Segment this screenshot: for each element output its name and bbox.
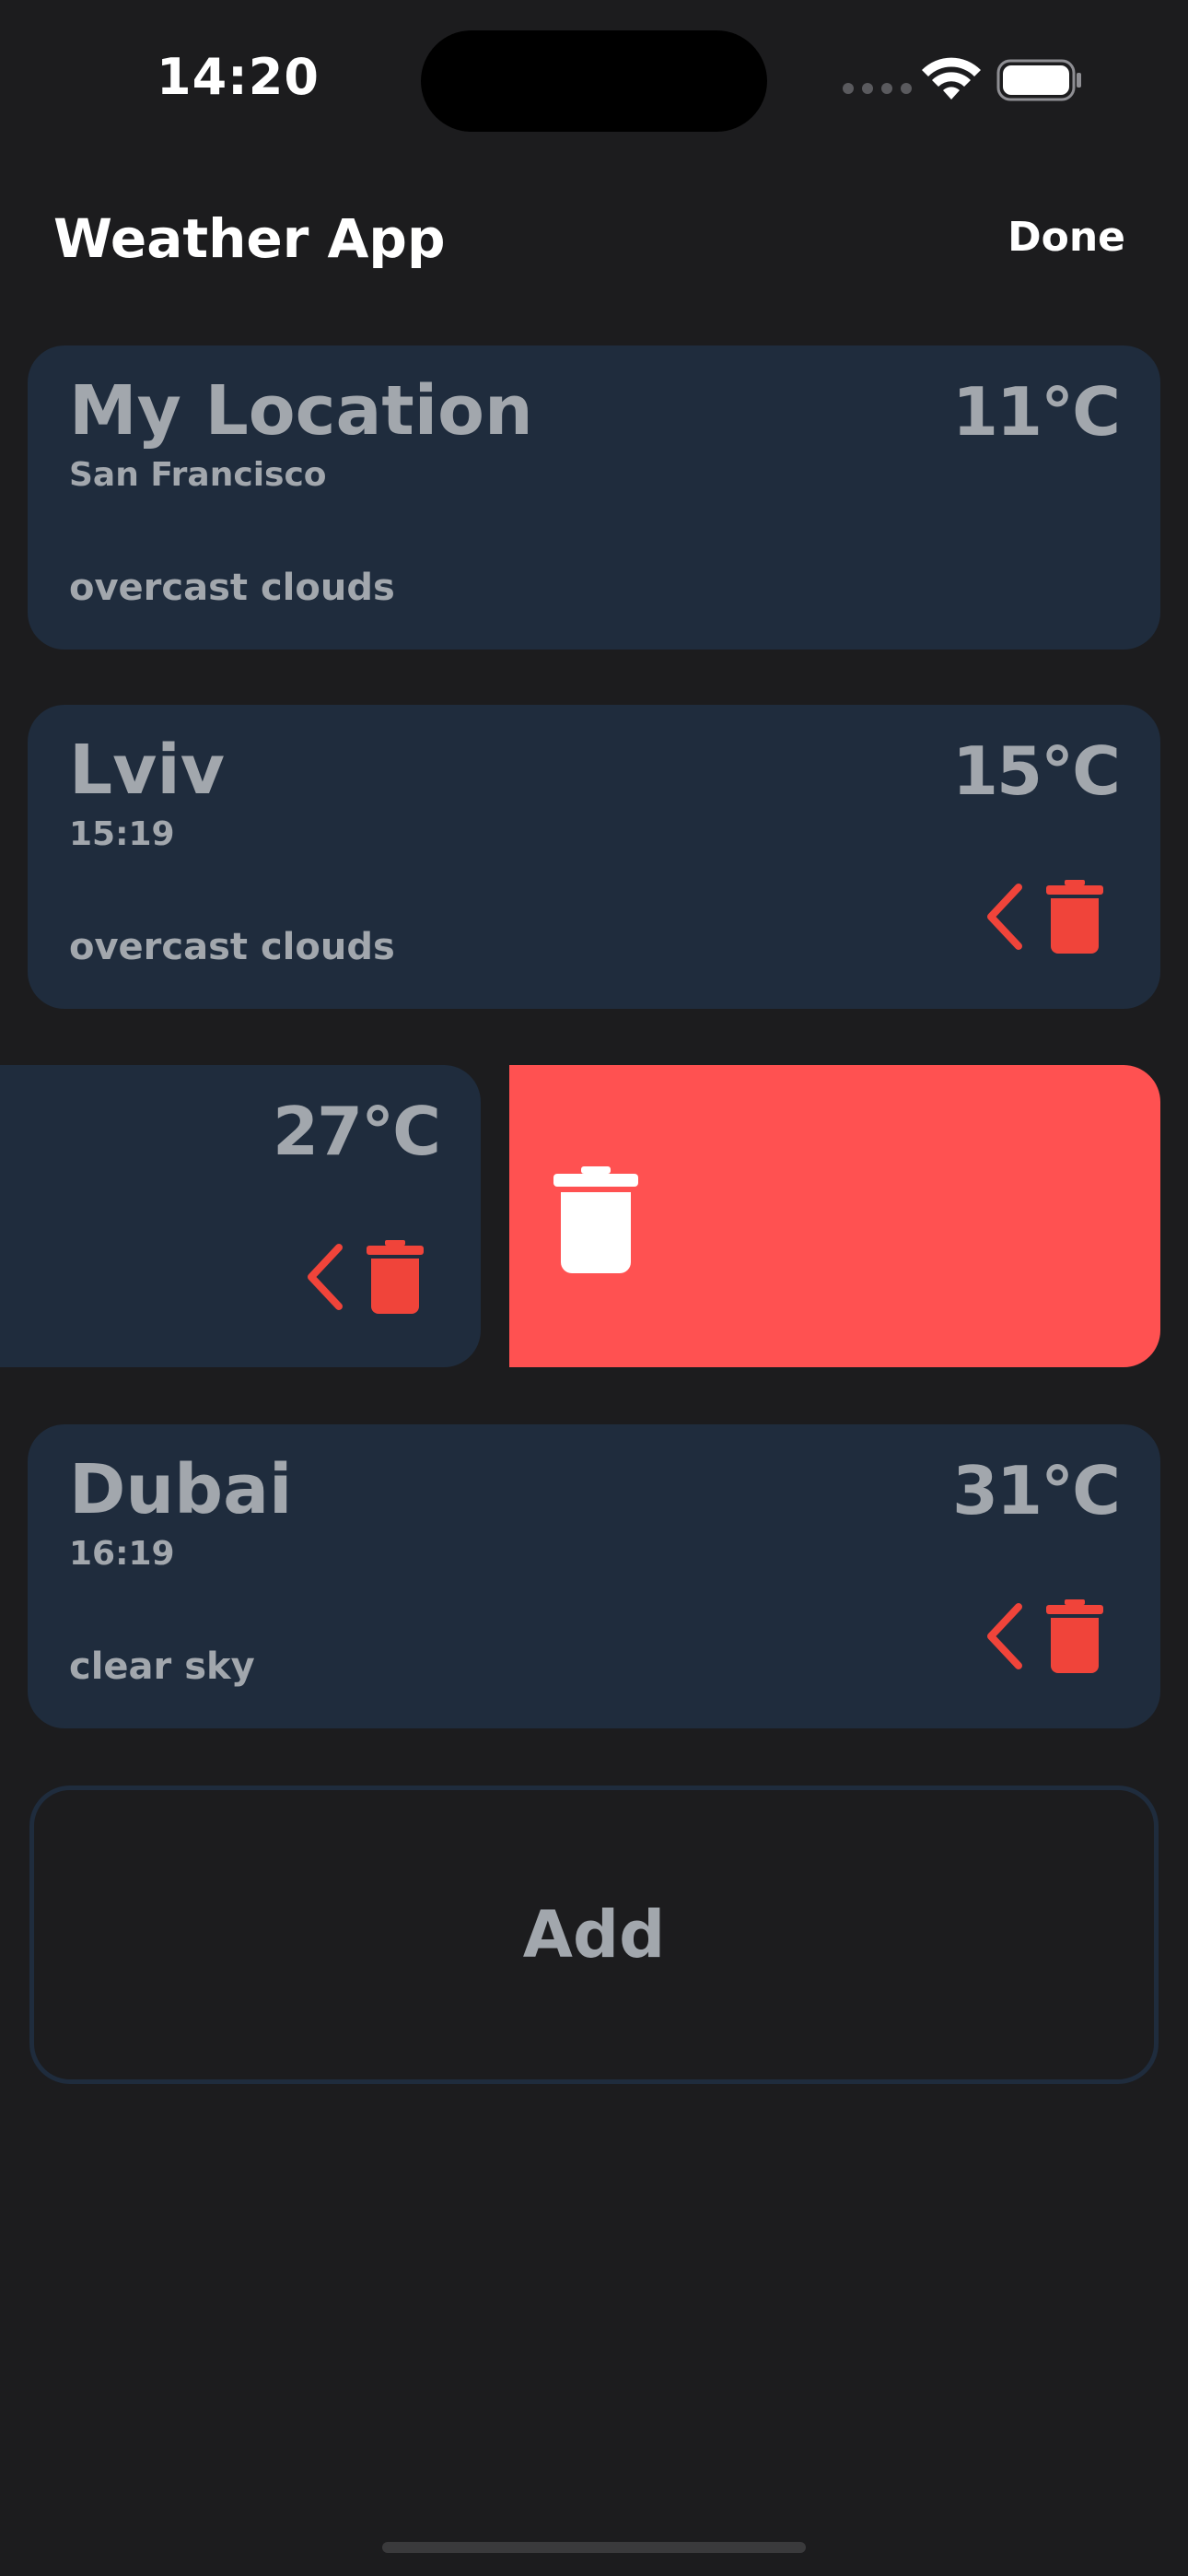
- chevron-left-icon[interactable]: [984, 882, 1026, 952]
- location-card-swiped[interactable]: 27°C: [0, 1065, 481, 1367]
- card-actions: [984, 1599, 1103, 1673]
- home-indicator[interactable]: [382, 2542, 806, 2553]
- card-temperature: 15°C: [951, 732, 1121, 810]
- trash-icon: [553, 1166, 638, 1273]
- chevron-left-icon[interactable]: [984, 1601, 1026, 1671]
- trash-icon[interactable]: [1046, 880, 1103, 954]
- card-actions: [984, 880, 1103, 954]
- location-card-lviv[interactable]: Lviv 15:19 overcast clouds 15°C: [28, 705, 1160, 1009]
- card-temperature: 31°C: [951, 1452, 1121, 1529]
- card-description: clear sky: [69, 1645, 255, 1688]
- location-card-my-location[interactable]: My Location San Francisco overcast cloud…: [28, 345, 1160, 650]
- card-subtitle: 16:19: [69, 1535, 175, 1573]
- dynamic-island: [421, 30, 767, 132]
- location-card-dubai[interactable]: Dubai 16:19 clear sky 31°C: [28, 1424, 1160, 1728]
- done-button[interactable]: Done: [1007, 214, 1125, 261]
- delete-button[interactable]: [509, 1065, 1160, 1367]
- screen: 14:20 Weather App Done My Location San F…: [0, 0, 1188, 2576]
- card-actions: [304, 1240, 424, 1314]
- card-title: Lviv: [69, 731, 225, 810]
- battery-icon: [996, 59, 1081, 101]
- card-subtitle: 15:19: [69, 815, 175, 853]
- card-temperature: 27°C: [272, 1093, 441, 1170]
- card-subtitle: San Francisco: [69, 456, 327, 494]
- status-time: 14:20: [157, 48, 320, 106]
- card-description: overcast clouds: [69, 926, 395, 968]
- card-title: Dubai: [69, 1450, 293, 1529]
- add-button-label: Add: [522, 1897, 666, 1973]
- card-description: overcast clouds: [69, 567, 395, 609]
- card-title: My Location: [69, 371, 533, 451]
- page-title: Weather App: [53, 207, 446, 270]
- signal-icon: [843, 83, 912, 94]
- trash-icon[interactable]: [367, 1240, 424, 1314]
- chevron-left-icon[interactable]: [304, 1242, 346, 1312]
- add-button[interactable]: Add: [29, 1786, 1159, 2084]
- card-temperature: 11°C: [951, 373, 1121, 451]
- wifi-icon: [922, 57, 981, 100]
- trash-icon[interactable]: [1046, 1599, 1103, 1673]
